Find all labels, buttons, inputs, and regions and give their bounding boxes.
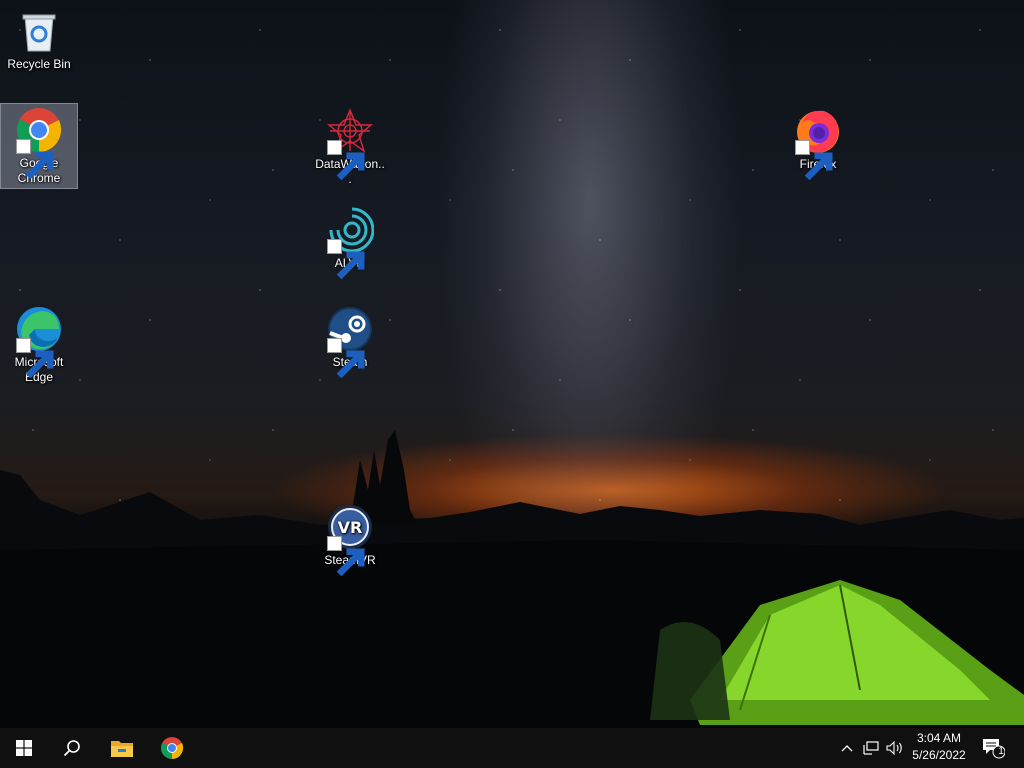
clock-time: 3:04 AM xyxy=(916,731,962,745)
desktop-icon-steam[interactable]: Steam xyxy=(312,303,388,379)
chrome-icon xyxy=(15,106,63,180)
shortcut-arrow-icon xyxy=(16,338,54,379)
tray-overflow-button[interactable] xyxy=(838,728,856,768)
network-icon xyxy=(863,741,879,755)
notification-center-button[interactable]: 1 xyxy=(978,728,1008,768)
taskbar-clock[interactable]: 3:04 AM 5/26/2022 xyxy=(904,730,974,764)
desktop-icon-steamvr[interactable]: VR SteamVR xyxy=(312,501,388,577)
desktop-icon-datawagon[interactable]: DataWagon... xyxy=(312,105,388,187)
steam-icon xyxy=(326,305,374,379)
svg-text:VR: VR xyxy=(338,518,363,537)
shortcut-arrow-icon xyxy=(327,140,365,181)
network-button[interactable] xyxy=(860,728,882,768)
desktop-icon-alvr[interactable]: ALVR xyxy=(312,204,388,280)
windows-logo-icon xyxy=(16,740,32,756)
volume-icon xyxy=(886,741,902,755)
alvr-icon xyxy=(326,206,374,280)
taskbar-file-explorer[interactable] xyxy=(98,728,146,768)
chevron-up-icon xyxy=(841,745,853,752)
taskbar-chrome[interactable] xyxy=(148,728,196,768)
shortcut-arrow-icon xyxy=(327,338,365,379)
chrome-icon xyxy=(161,737,184,759)
desktop-icon-firefox[interactable]: Firefox xyxy=(780,105,856,181)
desktop-icon-recycle-bin[interactable]: Recycle Bin xyxy=(1,5,77,72)
shortcut-arrow-icon xyxy=(16,139,54,180)
shortcut-arrow-icon xyxy=(795,140,833,181)
desktop-icon-microsoft-edge[interactable]: Microsoft Edge xyxy=(1,303,77,385)
notification-count-badge: 1 xyxy=(998,746,1004,757)
steamvr-icon: VR xyxy=(326,503,374,577)
desktop-wallpaper xyxy=(0,0,1024,728)
wallpaper-landscape xyxy=(0,430,1024,728)
firefox-icon xyxy=(794,107,842,181)
recycle-bin-icon xyxy=(15,7,63,55)
taskbar: 3:04 AM 5/26/2022 1 xyxy=(0,728,1024,768)
search-button[interactable] xyxy=(48,728,96,768)
desktop-icon-google-chrome[interactable]: Google Chrome xyxy=(0,103,78,189)
datawagon-icon xyxy=(326,107,374,181)
start-button[interactable] xyxy=(0,728,48,768)
clock-date: 5/26/2022 xyxy=(912,748,966,762)
desktop-icon-label: Recycle Bin xyxy=(7,57,71,71)
file-explorer-icon xyxy=(111,741,133,757)
shortcut-arrow-icon xyxy=(327,536,365,577)
shortcut-arrow-icon xyxy=(327,239,365,280)
search-icon xyxy=(63,740,80,757)
volume-button[interactable] xyxy=(884,728,906,768)
edge-icon xyxy=(15,305,63,379)
